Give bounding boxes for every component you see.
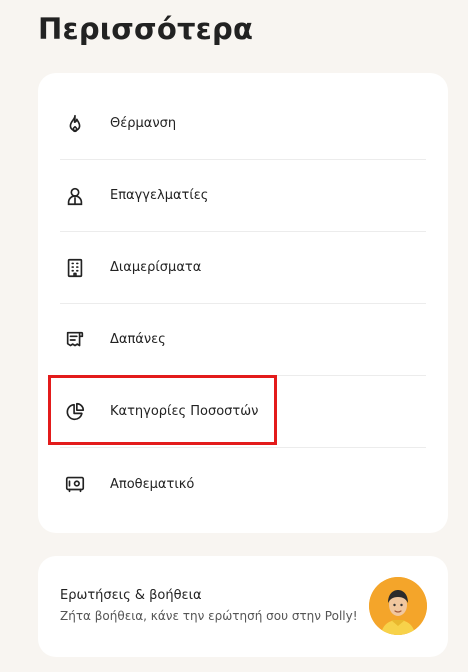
menu-item-heating[interactable]: Θέρμανση [60, 88, 426, 160]
highlight-box [48, 375, 277, 445]
menu-item-expenses[interactable]: Δαπάνες [60, 304, 426, 376]
help-card[interactable]: Ερωτήσεις & βοήθεια Ζήτα βοήθεια, κάνε τ… [38, 556, 448, 657]
page-title: Περισσότερα [38, 12, 254, 46]
help-subtitle: Ζήτα βοήθεια, κάνε την ερώτησή σου στην … [60, 609, 358, 623]
polly-avatar[interactable] [369, 577, 427, 635]
menu-item-professionals[interactable]: Επαγγελματίες [60, 160, 426, 232]
menu-item-label: Δαπάνες [110, 332, 166, 347]
menu-card: Θέρμανση Επαγγελματίες Διαμερίσματα Δαπά… [38, 73, 448, 533]
menu-item-apartments[interactable]: Διαμερίσματα [60, 232, 426, 304]
worker-icon [63, 184, 87, 208]
building-icon [63, 256, 87, 280]
help-title: Ερωτήσεις & βοήθεια [60, 588, 202, 603]
menu-item-reserve[interactable]: Αποθεματικό [60, 448, 426, 520]
menu-item-label: Διαμερίσματα [110, 260, 202, 275]
menu-item-label: Αποθεματικό [110, 476, 195, 492]
safe-icon [63, 472, 87, 496]
menu-item-label: Θέρμανση [110, 116, 177, 131]
flame-icon [63, 112, 87, 136]
receipt-icon [63, 328, 87, 352]
menu-item-label: Επαγγελματίες [110, 188, 209, 203]
